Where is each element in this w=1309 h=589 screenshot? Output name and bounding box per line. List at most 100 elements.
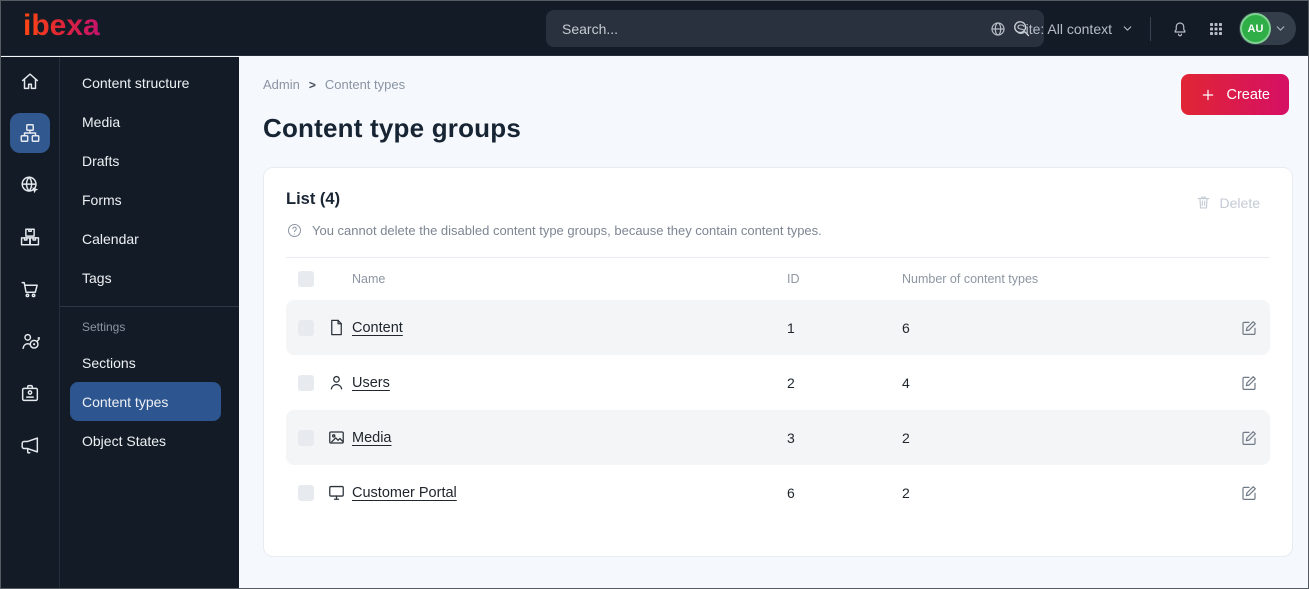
row-name-link[interactable]: Customer Portal bbox=[352, 485, 787, 501]
search-input[interactable] bbox=[546, 10, 1044, 47]
chevron-down-icon bbox=[1276, 26, 1285, 31]
breadcrumb-admin[interactable]: Admin bbox=[263, 77, 300, 92]
row-checkbox[interactable] bbox=[298, 484, 314, 501]
select-all-checkbox[interactable] bbox=[298, 271, 314, 287]
rail-button-id-badge[interactable] bbox=[10, 373, 50, 413]
rail-button-target-user[interactable] bbox=[10, 321, 50, 361]
site-context-selector[interactable]: Site: All context bbox=[989, 20, 1134, 38]
list-note: You cannot delete the disabled content t… bbox=[286, 222, 1270, 239]
column-header-count: Number of content types bbox=[902, 272, 1039, 286]
row-count: 6 bbox=[902, 319, 910, 336]
create-button-label: Create bbox=[1226, 86, 1270, 103]
column-header-id: ID bbox=[787, 272, 800, 286]
edit-icon bbox=[1242, 430, 1256, 445]
create-button[interactable]: Create bbox=[1181, 74, 1289, 115]
sidebar-item-forms[interactable]: Forms bbox=[70, 180, 221, 219]
notifications-button[interactable] bbox=[1167, 16, 1193, 42]
breadcrumb-current: Content types bbox=[324, 77, 406, 92]
grid-icon bbox=[1207, 20, 1225, 38]
page-title: Content type groups bbox=[263, 113, 522, 143]
table-header: Name ID Number of content types bbox=[286, 258, 1270, 300]
globe-icon bbox=[991, 21, 1005, 36]
chevron-down-icon bbox=[1123, 26, 1132, 31]
sidebar-item-calendar[interactable]: Calendar bbox=[70, 219, 221, 258]
rail-button-home[interactable] bbox=[10, 61, 50, 101]
breadcrumb: Admin > Content types bbox=[239, 57, 1308, 92]
row-name-link[interactable]: Users bbox=[352, 375, 787, 391]
target-user-icon bbox=[22, 333, 40, 350]
table-row: Users 2 4 bbox=[286, 355, 1270, 410]
sidebar-divider bbox=[60, 306, 239, 307]
sidebar-menu-main: Content structure Media Drafts Forms Calenda… bbox=[70, 63, 221, 297]
edit-icon bbox=[1242, 485, 1256, 500]
sidebar-item-drafts[interactable]: Drafts bbox=[70, 141, 221, 180]
sidebar-item-object-states[interactable]: Object States bbox=[70, 421, 221, 460]
image-icon bbox=[314, 428, 352, 447]
table-body: Content 1 6 Users 2 4 Media 3 2 Customer… bbox=[286, 300, 1270, 520]
main-content: Admin > Content types Create Content typ… bbox=[239, 57, 1308, 588]
rail-button-boxes[interactable] bbox=[10, 217, 50, 257]
edit-button[interactable] bbox=[1218, 429, 1258, 447]
sidebar-menu-settings: Sections Content types Object States bbox=[70, 343, 221, 460]
question-circle-icon bbox=[287, 223, 302, 238]
ibexa-logo[interactable]: ibexa bbox=[23, 9, 100, 43]
image-icon bbox=[329, 431, 344, 444]
sidebar-item-content-structure[interactable]: Content structure bbox=[70, 63, 221, 102]
trash-icon bbox=[1197, 196, 1209, 209]
column-header-name: Name bbox=[352, 272, 386, 286]
monitor-icon bbox=[329, 485, 344, 500]
file-icon bbox=[314, 318, 352, 337]
globe-icon bbox=[989, 20, 1007, 38]
topbar: ibexa Site: All context AU bbox=[1, 1, 1308, 56]
row-id: 6 bbox=[787, 484, 795, 501]
boxes-icon bbox=[20, 228, 40, 246]
globe-cursor-icon bbox=[21, 176, 39, 194]
rail-button-megaphone[interactable] bbox=[10, 425, 50, 465]
row-id: 1 bbox=[787, 319, 795, 336]
edit-button[interactable] bbox=[1218, 374, 1258, 392]
sidebar-icon-rail bbox=[1, 57, 60, 588]
row-name-link[interactable]: Content bbox=[352, 320, 787, 336]
megaphone-icon bbox=[21, 437, 39, 454]
bell-icon bbox=[1171, 20, 1189, 38]
row-id: 3 bbox=[787, 429, 795, 446]
sidebar-item-tags[interactable]: Tags bbox=[70, 258, 221, 297]
row-id: 2 bbox=[787, 374, 795, 391]
rail-button-cart[interactable] bbox=[10, 269, 50, 309]
sidebar-section-label: Settings bbox=[82, 320, 126, 334]
row-checkbox[interactable] bbox=[298, 374, 314, 391]
row-name-link[interactable]: Media bbox=[352, 430, 787, 446]
sidebar-item-content-types[interactable]: Content types bbox=[70, 382, 221, 421]
rail-button-globe-cursor[interactable] bbox=[10, 165, 50, 205]
edit-button[interactable] bbox=[1218, 319, 1258, 337]
sidebar: Content structure Media Drafts Forms Calenda… bbox=[1, 57, 239, 588]
table-row: Content 1 6 bbox=[286, 300, 1270, 355]
edit-button[interactable] bbox=[1218, 484, 1258, 502]
sitemap-icon bbox=[20, 124, 40, 142]
content-type-groups-card: List (4) You cannot delete the disabled … bbox=[263, 167, 1293, 557]
user-icon bbox=[314, 373, 352, 392]
cart-icon bbox=[21, 281, 38, 298]
list-note-text: You cannot delete the disabled content t… bbox=[312, 223, 822, 238]
row-count: 2 bbox=[902, 484, 910, 501]
app-switcher-button[interactable] bbox=[1203, 16, 1229, 42]
row-checkbox[interactable] bbox=[298, 319, 314, 336]
user-menu-button[interactable]: AU bbox=[1239, 12, 1296, 45]
trash-icon bbox=[1195, 194, 1212, 211]
delete-button[interactable]: Delete bbox=[1195, 194, 1260, 211]
plus-icon bbox=[1203, 89, 1214, 100]
breadcrumb-separator: > bbox=[308, 77, 316, 92]
sidebar-item-media[interactable]: Media bbox=[70, 102, 221, 141]
rail-button-sitemap[interactable] bbox=[10, 113, 50, 153]
monitor-icon bbox=[314, 483, 352, 502]
list-title: List (4) bbox=[286, 190, 341, 208]
avatar: AU bbox=[1242, 15, 1269, 42]
row-count: 2 bbox=[902, 429, 910, 446]
topbar-right: Site: All context AU bbox=[989, 1, 1296, 56]
row-checkbox[interactable] bbox=[298, 429, 314, 446]
chevron-down-icon bbox=[1274, 22, 1287, 35]
edit-icon bbox=[1242, 320, 1256, 335]
sidebar-item-sections[interactable]: Sections bbox=[70, 343, 221, 382]
table-row: Customer Portal 6 2 bbox=[286, 465, 1270, 520]
topbar-divider bbox=[1150, 16, 1151, 41]
